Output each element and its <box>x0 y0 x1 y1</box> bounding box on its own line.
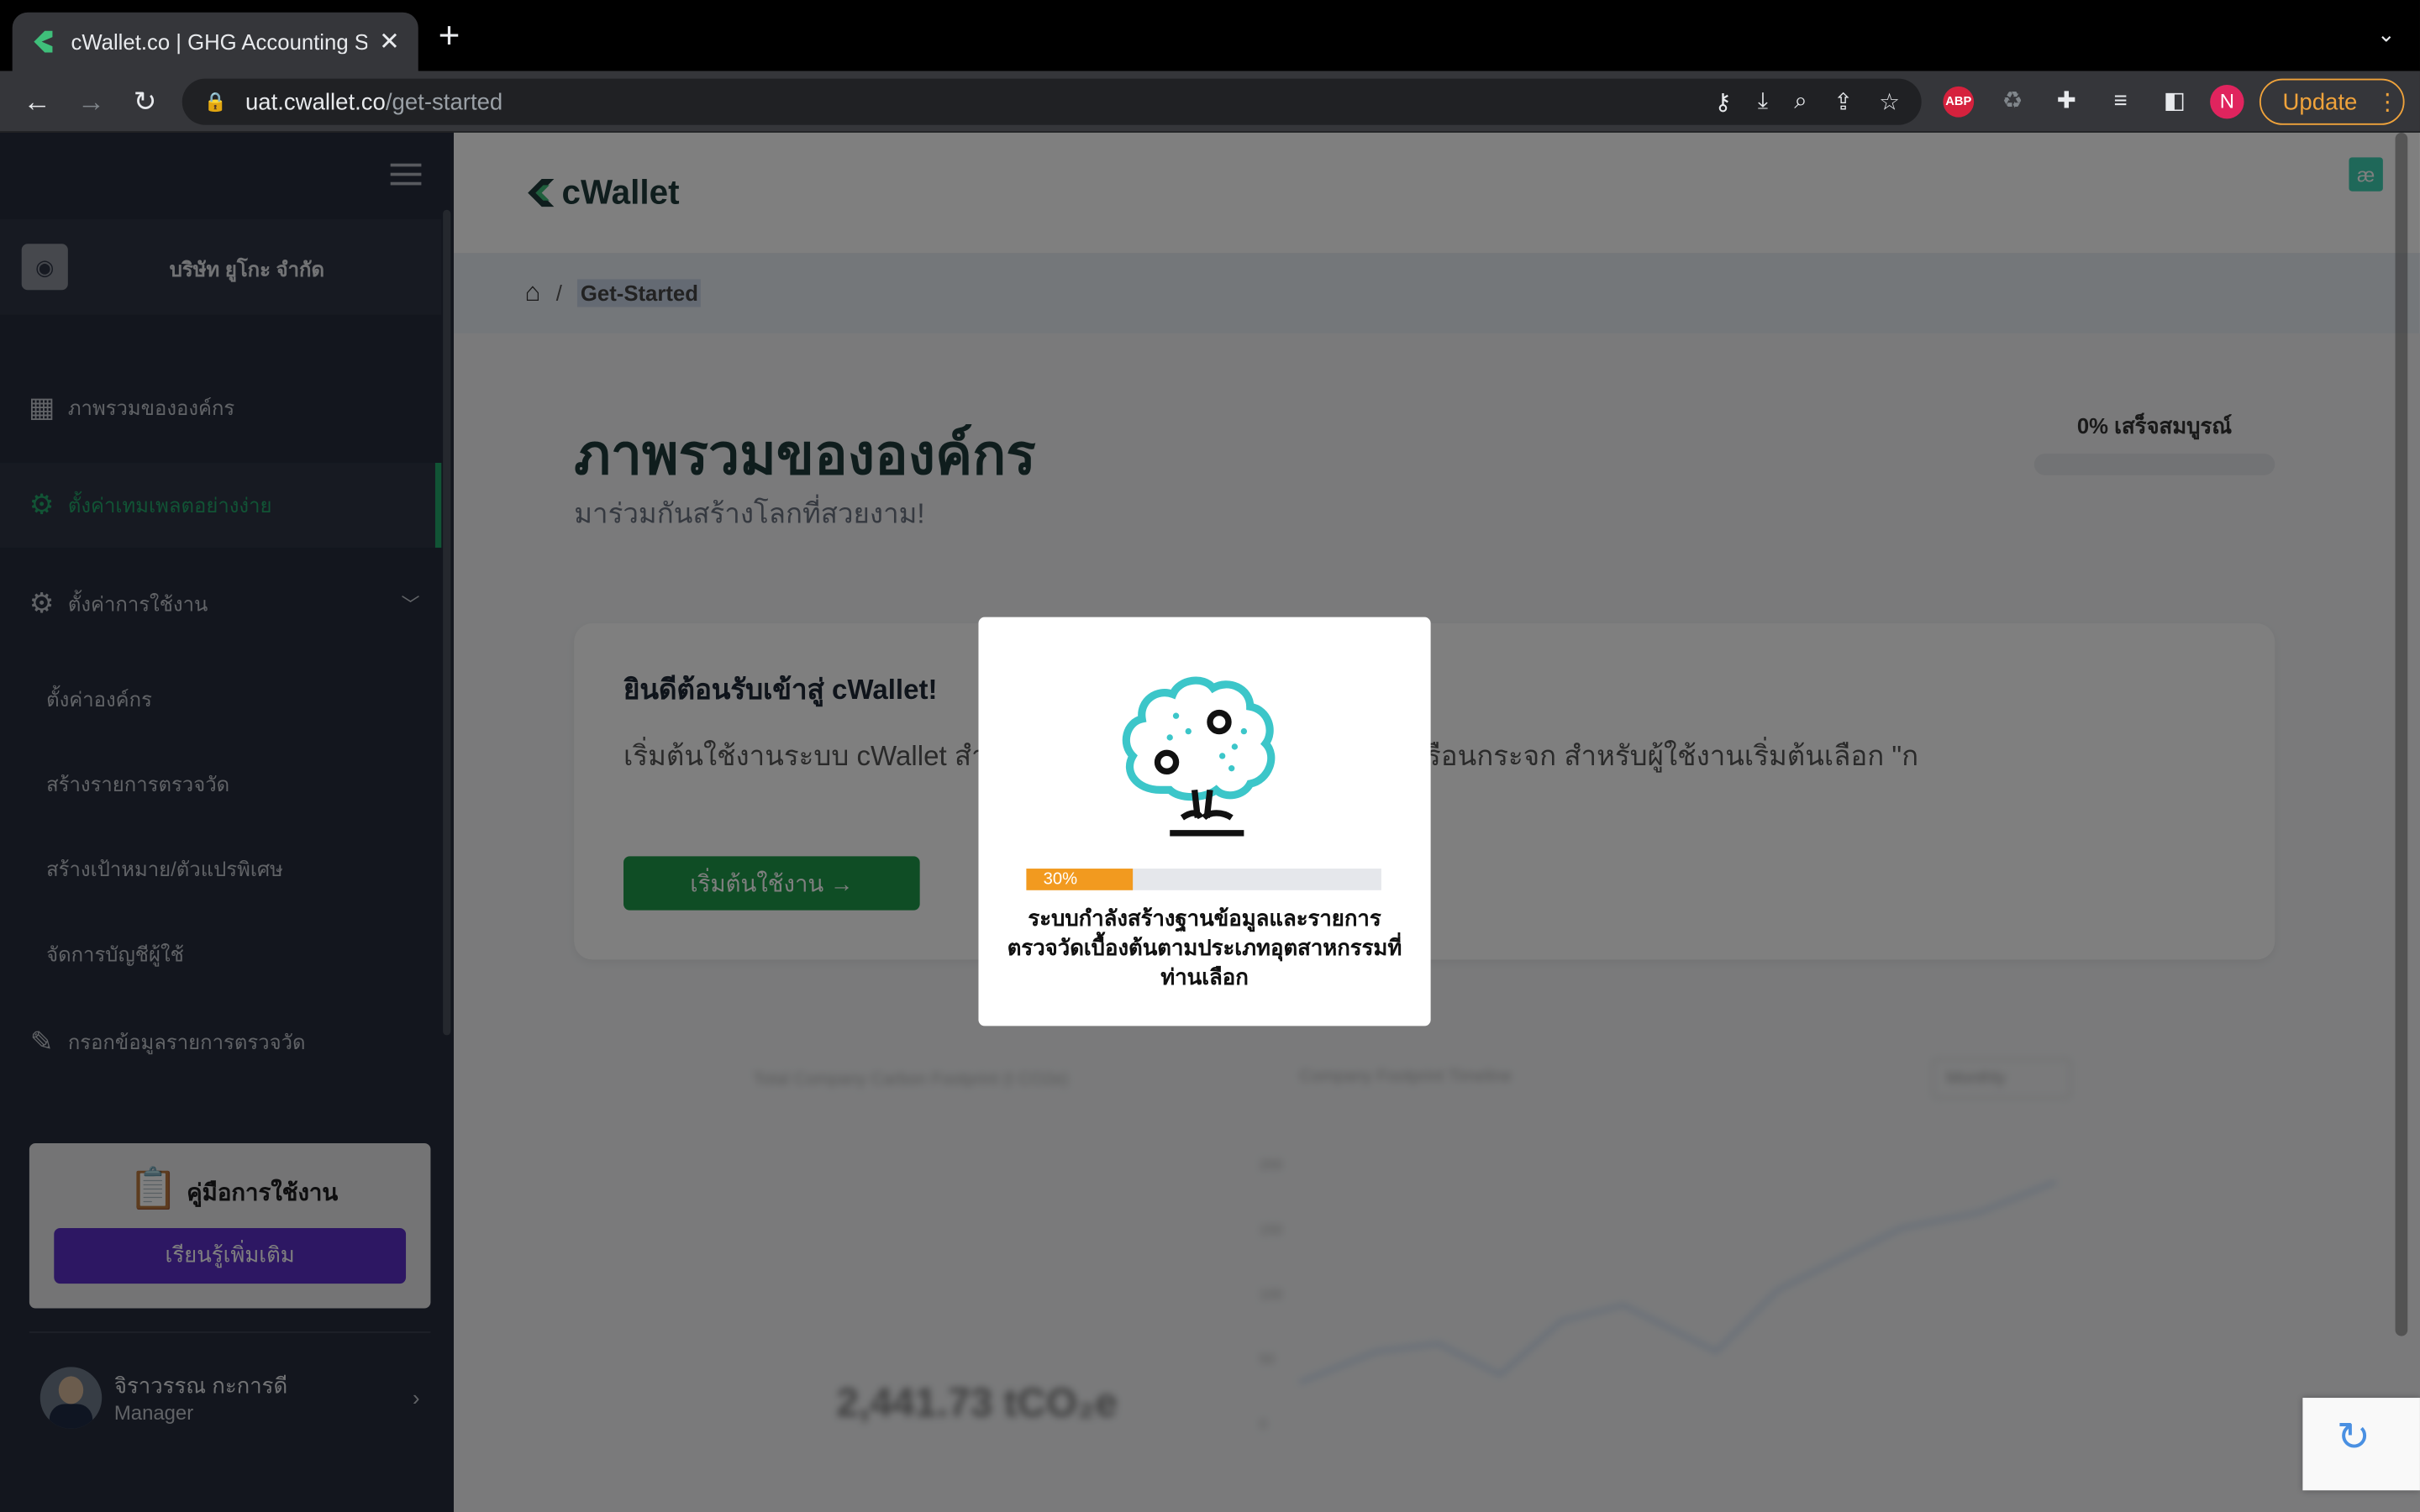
browser-tab-bar: cWallet.co | GHG Accounting S ✕ + ⌄ <box>0 0 2420 71</box>
lock-icon: 🔒 <box>203 91 227 113</box>
extensions-puzzle-icon[interactable]: ✚ <box>2048 83 2085 120</box>
loading-modal: 30% ระบบกำลังสร้างฐานข้อมูลและรายการตรวจ… <box>978 617 1431 1026</box>
page-scrollbar[interactable] <box>2395 132 2408 1336</box>
tab-search-icon[interactable]: ⌄ <box>2377 22 2396 48</box>
address-bar[interactable]: 🔒 uat.cwallet.co/get-started ⚷ ⤓ ⌕ ⇪ ☆ <box>182 78 1922 125</box>
reload-icon[interactable]: ↻ <box>127 83 164 120</box>
import-progress-bar: 30% <box>1026 869 1381 890</box>
profile-avatar[interactable]: N <box>2210 85 2244 119</box>
side-panel-icon[interactable]: ◧ <box>2156 83 2193 120</box>
url-path: /get-started <box>385 88 503 115</box>
update-button[interactable]: Update ⋮ <box>2259 78 2405 125</box>
reading-list-icon[interactable]: ≡ <box>2102 83 2139 120</box>
close-tab-icon[interactable]: ✕ <box>379 26 400 57</box>
tree-illustration-icon <box>1122 676 1276 837</box>
recaptcha-icon: ↻ <box>2336 1413 2370 1460</box>
back-icon[interactable]: ← <box>18 83 55 120</box>
share-icon[interactable]: ⇪ <box>1833 88 1853 116</box>
import-progress-fill: 30% <box>1026 869 1134 890</box>
url-host: uat.cwallet.co <box>245 88 386 115</box>
forward-icon[interactable]: → <box>72 83 109 120</box>
recaptcha-badge[interactable]: ↻ <box>2302 1398 2420 1491</box>
loading-message: ระบบกำลังสร้างฐานข้อมูลและรายการตรวจวัดเ… <box>1007 906 1402 990</box>
adblock-icon[interactable]: ABP <box>1943 86 1975 118</box>
new-tab-icon[interactable]: + <box>439 18 460 55</box>
zoom-icon[interactable]: ⌕ <box>1794 88 1807 116</box>
browser-toolbar: ← → ↻ 🔒 uat.cwallet.co/get-started ⚷ ⤓ ⌕… <box>0 71 2420 133</box>
install-icon[interactable]: ⤓ <box>1758 88 1768 116</box>
cwallet-favicon-icon <box>34 30 53 53</box>
bookmark-star-icon[interactable]: ☆ <box>1879 88 1900 116</box>
key-icon[interactable]: ⚷ <box>1714 88 1731 116</box>
browser-tab[interactable]: cWallet.co | GHG Accounting S ✕ <box>12 12 418 71</box>
recycle-extension-icon[interactable]: ♻ <box>1994 83 2031 120</box>
tab-title: cWallet.co | GHG Accounting S <box>71 29 367 55</box>
update-label: Update <box>2282 88 2358 115</box>
menu-dots-icon: ⋮ <box>2375 89 2399 116</box>
